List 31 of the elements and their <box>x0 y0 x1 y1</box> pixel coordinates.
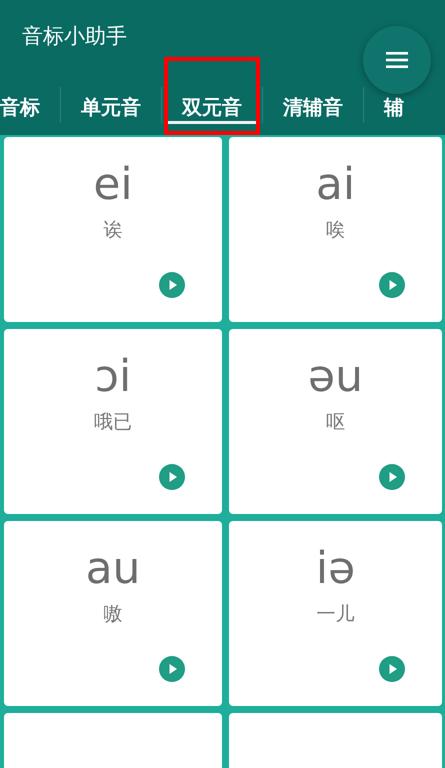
pronunciation-hint: 唉 <box>326 218 345 244</box>
phonetic-card[interactable]: ai 唉 <box>229 137 442 322</box>
play-icon[interactable] <box>379 656 405 682</box>
play-icon[interactable] <box>159 272 185 298</box>
phonetic-card[interactable]: ɔi 哦已 <box>4 329 222 514</box>
play-icon[interactable] <box>379 272 405 298</box>
phonetic-symbol: ai <box>316 161 356 210</box>
phonetic-card[interactable]: iə 一儿 <box>229 521 442 706</box>
phonetic-card[interactable]: ei 诶 <box>4 137 222 322</box>
phonetic-symbol: iə <box>316 545 356 594</box>
pronunciation-hint: 哦已 <box>94 410 132 436</box>
play-icon[interactable] <box>379 464 405 490</box>
tab[interactable]: 清辅音 <box>265 57 361 135</box>
tab[interactable]: 音标 <box>0 57 58 135</box>
tab[interactable]: 单元音 <box>63 57 159 135</box>
phonetic-symbol: au <box>86 545 140 594</box>
phonetic-symbol: əu <box>308 353 363 402</box>
tab[interactable]: 辅 <box>366 57 422 135</box>
app-title: 音标小助手 <box>21 23 128 50</box>
pronunciation-hint: 嗷 <box>104 602 122 628</box>
phonetic-symbol: ɔi <box>94 353 132 402</box>
pronunciation-hint: 呕 <box>326 410 345 436</box>
phonetic-card[interactable]: əu 呕 <box>229 329 442 514</box>
play-icon[interactable] <box>159 464 185 490</box>
menu-icon <box>386 52 408 68</box>
pronunciation-hint: 诶 <box>104 218 122 244</box>
tab[interactable]: 双元音 <box>164 57 260 135</box>
play-icon[interactable] <box>159 656 185 682</box>
pronunciation-hint: 一儿 <box>316 602 354 628</box>
phonetic-symbol: ei <box>93 161 133 210</box>
phonetic-card[interactable]: au 嗷 <box>4 521 222 706</box>
